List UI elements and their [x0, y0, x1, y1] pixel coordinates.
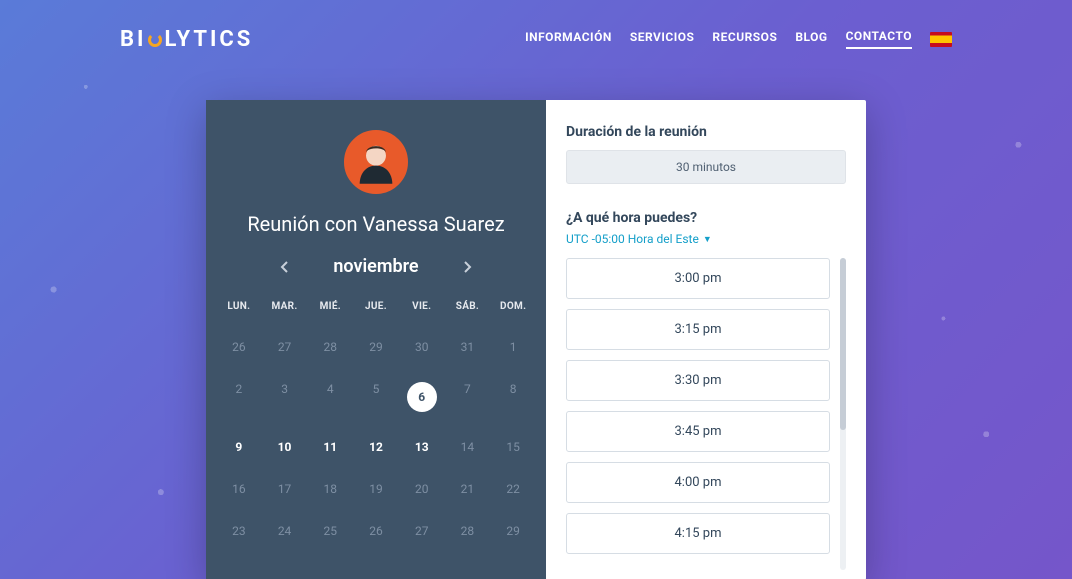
calendar-week-row: 9101112131415	[216, 426, 536, 468]
calendar-day: 19	[353, 468, 399, 510]
calendar-header-row: LUN.MAR.MIÉ.JUE.VIE.SÁB.DOM.	[216, 291, 536, 326]
calendar-day: 30	[399, 326, 445, 368]
calendar-week-row: 2345678	[216, 368, 536, 426]
time-slot[interactable]: 3:45 pm	[566, 411, 830, 452]
calendar-dow: MAR.	[262, 291, 308, 326]
calendar-dow: VIE.	[399, 291, 445, 326]
calendar-panel: Reunión con Vanessa Suarez noviembre LUN…	[206, 100, 546, 579]
calendar-day[interactable]: 9	[216, 426, 262, 468]
prev-month-button[interactable]	[275, 258, 293, 276]
calendar-day[interactable]: 6	[399, 368, 445, 426]
nav-servicios[interactable]: SERVICIOS	[630, 30, 695, 48]
meeting-title: Reunión con Vanessa Suarez	[247, 212, 504, 236]
nav-contacto[interactable]: CONTACTO	[846, 29, 912, 49]
booking-card: Reunión con Vanessa Suarez noviembre LUN…	[206, 100, 866, 579]
calendar-day: 18	[307, 468, 353, 510]
calendar-day: 27	[399, 510, 445, 552]
site-header: BI LYTICS INFORMACIÓN SERVICIOS RECURSOS…	[0, 0, 1072, 60]
calendar-day: 20	[399, 468, 445, 510]
next-month-button[interactable]	[459, 258, 477, 276]
calendar-week-row: 16171819202122	[216, 468, 536, 510]
language-flag-es[interactable]	[930, 32, 952, 47]
nav-blog[interactable]: BLOG	[795, 30, 827, 48]
calendar-day: 5	[353, 368, 399, 426]
time-slot[interactable]: 3:30 pm	[566, 360, 830, 401]
calendar-day: 26	[353, 510, 399, 552]
timezone-label: UTC -05:00 Hora del Este	[566, 232, 699, 246]
calendar-dow: JUE.	[353, 291, 399, 326]
calendar-day[interactable]: 13	[399, 426, 445, 468]
time-question: ¿A qué hora puedes?	[566, 210, 846, 226]
slots-scrollbar[interactable]	[840, 258, 846, 570]
calendar-day: 23	[216, 510, 262, 552]
time-panel: Duración de la reunión 30 minutos ¿A qué…	[546, 100, 866, 579]
calendar-day: 24	[262, 510, 308, 552]
time-slot[interactable]: 4:15 pm	[566, 513, 830, 554]
chevron-left-icon	[280, 261, 288, 273]
calendar-day: 8	[490, 368, 536, 426]
brand-post: LYTICS	[164, 27, 253, 52]
month-navigator: noviembre	[216, 256, 536, 277]
calendar-day: 28	[445, 510, 491, 552]
calendar-week-row: 23242526272829	[216, 510, 536, 552]
calendar-week-row: 2627282930311	[216, 326, 536, 368]
calendar-day: 22	[490, 468, 536, 510]
time-slot[interactable]: 3:15 pm	[566, 309, 830, 350]
calendar-day: 28	[307, 326, 353, 368]
calendar-day: 29	[353, 326, 399, 368]
calendar-day: 1	[490, 326, 536, 368]
calendar-day: 17	[262, 468, 308, 510]
duration-value[interactable]: 30 minutos	[566, 150, 846, 184]
calendar-day: 31	[445, 326, 491, 368]
avatar-icon	[347, 133, 405, 191]
calendar-day: 4	[307, 368, 353, 426]
calendar-day: 25	[307, 510, 353, 552]
duration-title: Duración de la reunión	[566, 124, 846, 140]
nav-informacion[interactable]: INFORMACIÓN	[525, 30, 612, 48]
caret-down-icon: ▼	[703, 234, 712, 245]
calendar-day: 14	[445, 426, 491, 468]
calendar-grid: LUN.MAR.MIÉ.JUE.VIE.SÁB.DOM. 26272829303…	[216, 291, 536, 552]
calendar-day: 2	[216, 368, 262, 426]
calendar-dow: SÁB.	[445, 291, 491, 326]
calendar-day: 27	[262, 326, 308, 368]
month-label: noviembre	[333, 256, 418, 277]
calendar-dow: LUN.	[216, 291, 262, 326]
time-slot[interactable]: 4:00 pm	[566, 462, 830, 503]
calendar-day[interactable]: 10	[262, 426, 308, 468]
calendar-day: 21	[445, 468, 491, 510]
timezone-selector[interactable]: UTC -05:00 Hora del Este ▼	[566, 232, 846, 246]
scrollbar-thumb[interactable]	[840, 258, 846, 430]
calendar-dow: DOM.	[490, 291, 536, 326]
calendar-day: 29	[490, 510, 536, 552]
calendar-day: 7	[445, 368, 491, 426]
time-slots-list[interactable]: 3:00 pm 3:15 pm 3:30 pm 3:45 pm 4:00 pm 4:15 …	[566, 258, 832, 579]
calendar-day: 26	[216, 326, 262, 368]
calendar-day: 3	[262, 368, 308, 426]
brand-logo[interactable]: BI LYTICS	[120, 27, 253, 52]
primary-nav: INFORMACIÓN SERVICIOS RECURSOS BLOG CONT…	[525, 29, 952, 49]
calendar-day[interactable]: 12	[353, 426, 399, 468]
calendar-day[interactable]: 11	[307, 426, 353, 468]
brand-circle-icon	[148, 33, 162, 47]
time-slots-container: 3:00 pm 3:15 pm 3:30 pm 3:45 pm 4:00 pm 4:15 …	[566, 258, 846, 579]
calendar-day: 16	[216, 468, 262, 510]
chevron-right-icon	[464, 261, 472, 273]
calendar-dow: MIÉ.	[307, 291, 353, 326]
nav-recursos[interactable]: RECURSOS	[712, 30, 777, 48]
time-slot[interactable]: 3:00 pm	[566, 258, 830, 299]
brand-pre: BI	[120, 27, 146, 52]
calendar-day: 15	[490, 426, 536, 468]
host-avatar	[344, 130, 408, 194]
